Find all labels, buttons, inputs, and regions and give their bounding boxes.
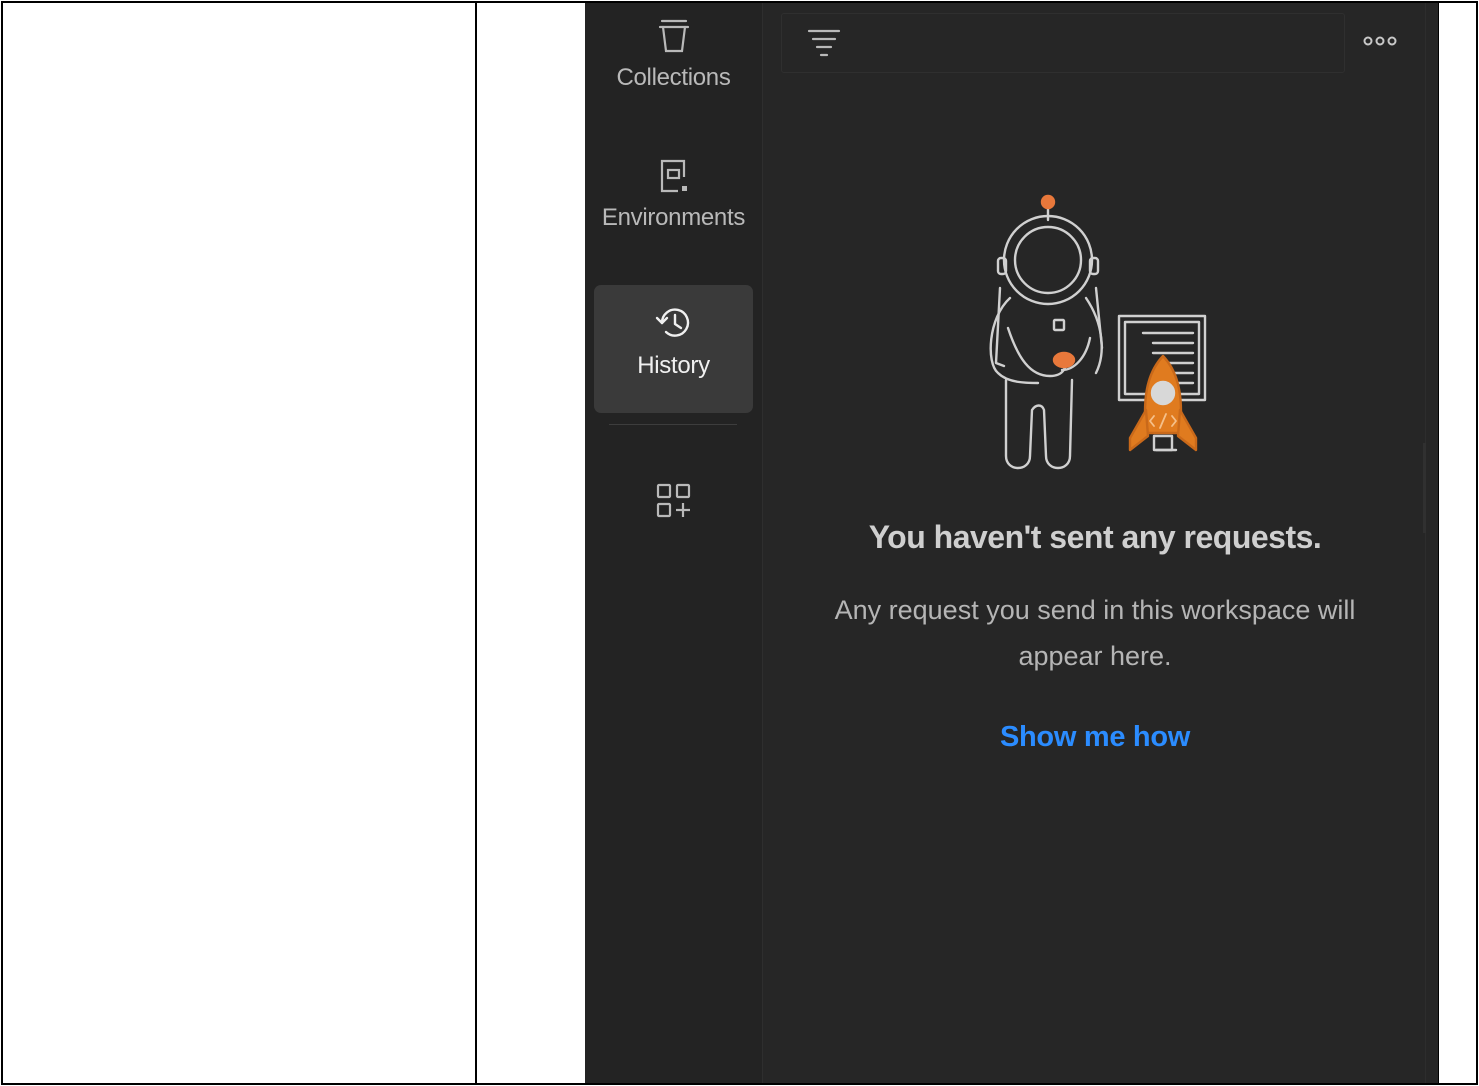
environment-icon — [656, 155, 692, 195]
more-horizontal-icon — [1363, 34, 1397, 52]
sidebar-divider — [609, 424, 737, 425]
empty-state-title: You haven't sent any requests. — [868, 519, 1322, 555]
configure-sidebar-button[interactable] — [649, 478, 699, 528]
sidebar-item-history[interactable]: History — [594, 285, 753, 413]
sidebar-item-label: History — [637, 352, 710, 379]
scrollbar-track[interactable] — [1425, 3, 1426, 1083]
sidebar: Collections Environments History — [585, 3, 763, 1083]
history-icon — [654, 303, 694, 343]
history-search-bar[interactable] — [781, 13, 1345, 73]
sidebar-item-label: Collections — [616, 64, 731, 91]
sidebar-item-environments[interactable]: Environments — [594, 137, 753, 265]
sidebar-item-collections[interactable]: Collections — [594, 3, 753, 125]
apps-plus-icon — [655, 482, 693, 525]
empty-state-description: Any request you send in this workspace w… — [834, 595, 1356, 671]
show-me-how-link[interactable]: Show me how — [763, 721, 1427, 754]
history-main: You haven't sent any requests. Any reque… — [763, 3, 1438, 1083]
more-options-button[interactable] — [1359, 25, 1401, 61]
scrollbar-thumb[interactable] — [1423, 443, 1426, 533]
filter-icon[interactable] — [804, 26, 844, 62]
table-column-divider — [475, 3, 477, 1083]
astronaut-rocket-illustration — [978, 188, 1218, 478]
sidebar-item-label: Environments — [601, 204, 746, 231]
postman-history-panel: Collections Environments History You hav… — [585, 3, 1438, 1083]
trash-can-icon — [657, 15, 691, 55]
